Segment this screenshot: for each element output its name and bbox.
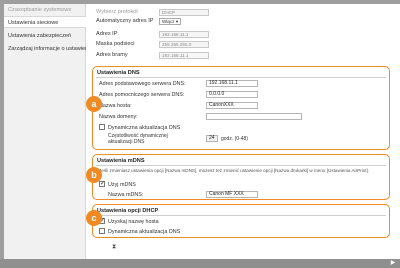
scroll-right-icon[interactable]: ▶	[390, 259, 396, 268]
dynamic-dns-checkbox[interactable]	[99, 123, 105, 130]
use-mdns-checkbox[interactable]: ✓	[99, 180, 105, 187]
protocol-label: Wybierz protokół	[96, 9, 138, 15]
dhcp-dynamic-dns-checkbox[interactable]	[99, 227, 105, 234]
sidebar-item-manage-settings[interactable]: Zarządzaj informacje o ustawieniach	[4, 43, 86, 55]
auto-ip-select-value: Włącz	[162, 19, 175, 24]
domain-name-label: Nazwa domeny:	[99, 114, 138, 120]
mdns-divider	[96, 165, 386, 166]
get-host-name-label: Uzyskaj nazwę hosta	[108, 219, 159, 225]
bottom-scrollbar[interactable]: ▶	[0, 259, 400, 268]
callout-badge-c: c	[86, 210, 102, 226]
gateway-value: 192.168.11.1	[159, 52, 209, 59]
ip-label: Adres IP	[96, 31, 118, 37]
mask-label: Maska podsieci	[96, 41, 135, 47]
dns-interval-unit: godz. (0-48)	[221, 136, 248, 142]
dns-primary-row: Adres podstawowego serwera DNS:	[99, 80, 186, 88]
protocol-value: DHCP	[159, 9, 209, 16]
sidebar-item-network[interactable]: Ustawienia sieciowe	[4, 16, 86, 28]
dynamic-dns-row: Dynamiczna aktualizacja DNS	[99, 123, 181, 132]
use-mdns-row: ✓ Użyj mDNS	[99, 180, 136, 189]
mdns-settings-group: Ustawienia mDNS Jeśli zmieniasz ustawien…	[92, 154, 390, 200]
dhcp-dynamic-dns-label: Dynamiczna aktualizacja DNS	[108, 229, 181, 235]
dhcp-options-group: Ustawienia opcji DHCP ✓ Uzyskaj nazwę hos…	[92, 204, 390, 238]
mdns-name-label: Nazwa mDNS:	[108, 192, 144, 198]
hourglass-icon: ⧗	[112, 244, 117, 250]
dhcp-group-title: Ustawienia opcji DHCP	[97, 208, 159, 214]
host-name-input[interactable]: CanonXXX	[206, 102, 258, 109]
dns-secondary-row: Adres pomocniczego serwera DNS:	[99, 91, 184, 99]
dhcp-dynamic-dns-row: Dynamiczna aktualizacja DNS	[99, 227, 181, 236]
dynamic-dns-label: Dynamiczna aktualizacja DNS	[108, 125, 181, 131]
mdns-group-title: Ustawienia mDNS	[97, 158, 145, 164]
mdns-name-row: Nazwa mDNS:	[108, 191, 143, 199]
dns-primary-input[interactable]: 192.168.11.1	[206, 80, 258, 87]
get-host-name-row: ✓ Uzyskaj nazwę hosta	[99, 217, 159, 226]
callout-badge-b: b	[86, 167, 102, 183]
auto-ip-label: Automatyczny adres IP	[96, 18, 154, 24]
host-name-label: Nazwa hosta:	[99, 103, 132, 109]
dns-interval-row: Częstotliwość dynamicznej aktualizacji D…	[108, 133, 168, 145]
dns-divider	[96, 77, 386, 78]
dns-primary-label: Adres podstawowego serwera DNS:	[99, 81, 186, 87]
dns-secondary-input[interactable]: 0.0.0.0	[206, 91, 258, 98]
domain-name-input[interactable]	[206, 113, 302, 120]
mdns-note: Jeśli zmieniasz ustawienia opcji [Nazwa …	[99, 168, 370, 173]
domain-name-row: Nazwa domeny:	[99, 113, 138, 121]
host-name-row: Nazwa hosta:	[99, 102, 132, 110]
sidebar-item-system[interactable]: Czasoptsanie systemowe	[4, 4, 86, 16]
dns-secondary-label: Adres pomocniczego serwera DNS:	[99, 92, 185, 98]
dns-interval-label-2: aktualizacji DNS	[108, 139, 145, 145]
dns-settings-group: Ustawienia DNS Adres podstawowego serwer…	[92, 66, 390, 150]
main-content: Wybierz protokół DHCP Automatyczny adres…	[90, 4, 396, 259]
mdns-name-input[interactable]: Canon MF XXX	[206, 191, 258, 198]
gateway-label: Adres bramy	[96, 52, 128, 58]
ip-value: 192.168.11.1	[159, 31, 209, 38]
sidebar-item-security[interactable]: Ustawienia zabezpieczeń	[4, 30, 86, 42]
dns-group-title: Ustawienia DNS	[97, 70, 140, 76]
auto-ip-select[interactable]: Włącz ▼	[159, 18, 181, 25]
chevron-down-icon: ▼	[175, 19, 179, 24]
dns-interval-input[interactable]: 24	[206, 135, 218, 142]
dhcp-divider	[96, 215, 386, 216]
mask-value: 255.255.255.0	[159, 41, 209, 48]
sidebar: Czasoptsanie systemowe Ustawienia siecio…	[4, 4, 86, 259]
callout-badge-a: a	[86, 96, 102, 112]
use-mdns-label: Użyj mDNS	[108, 182, 136, 188]
